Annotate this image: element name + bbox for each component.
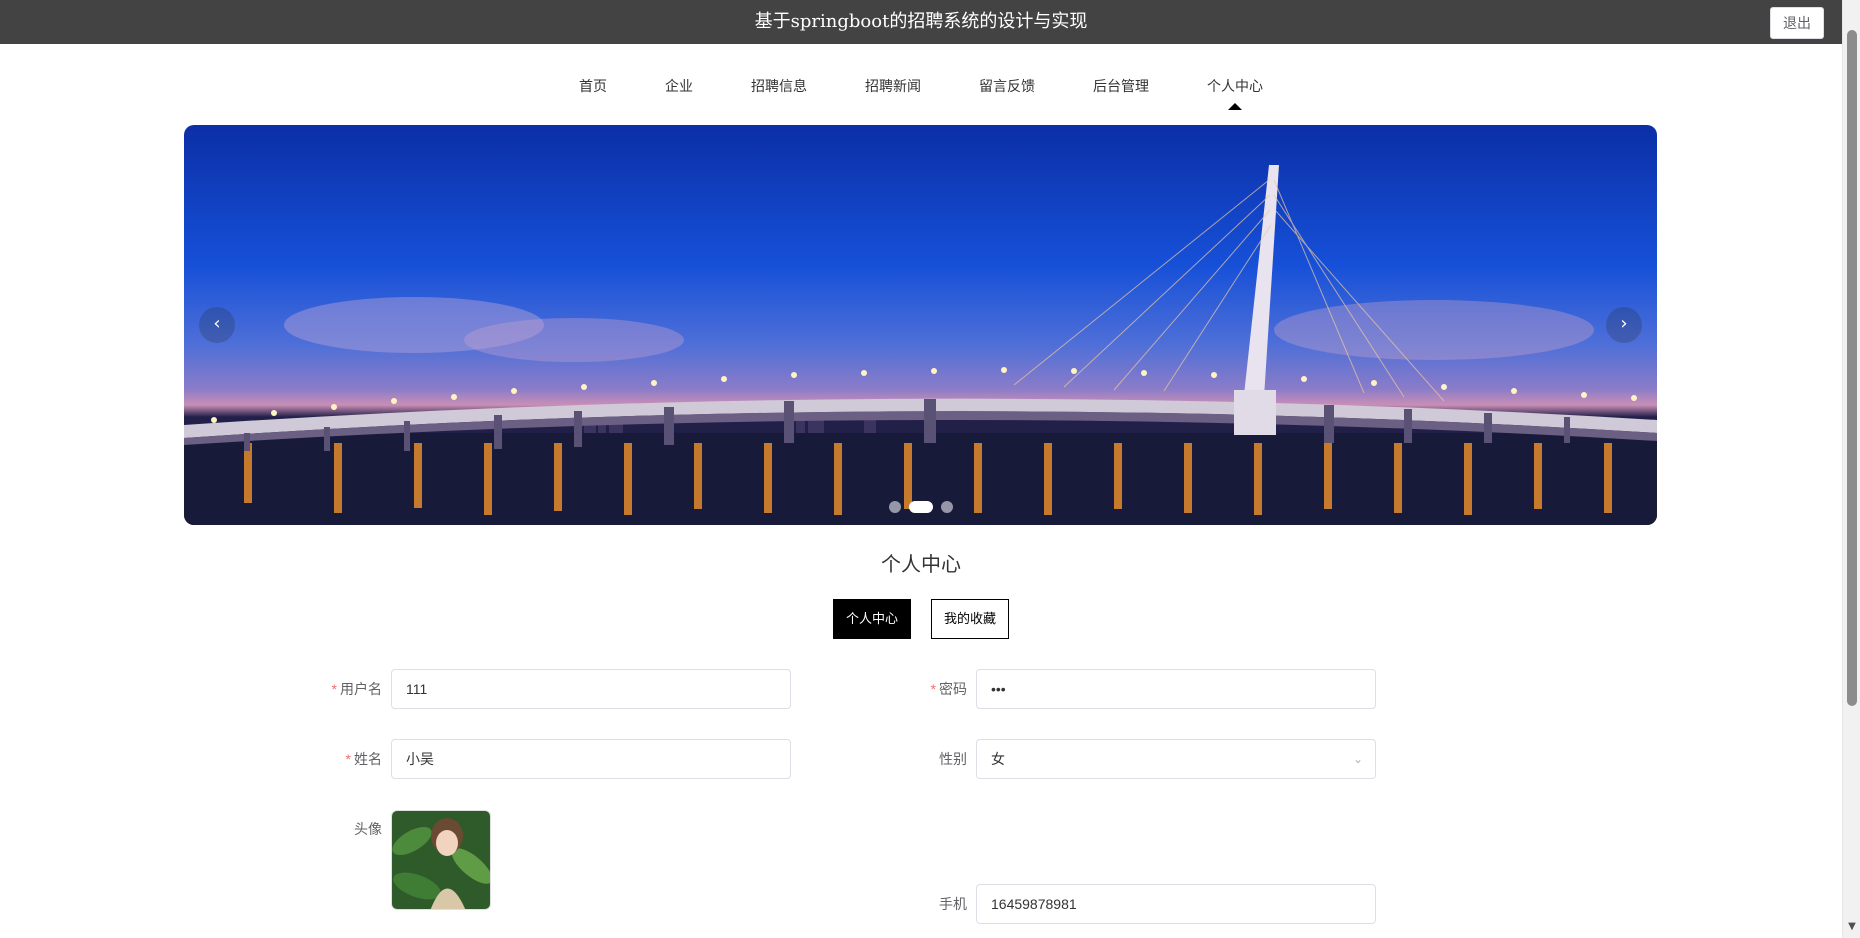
username-label: * 用户名 <box>331 681 382 697</box>
page: 基于springboot的招聘系统的设计与实现 退出 首页 企业 招聘信息 招聘… <box>0 0 1860 938</box>
nav-item-recruitment-news[interactable]: 招聘新闻 <box>836 74 950 98</box>
nav-item-feedback[interactable]: 留言反馈 <box>950 74 1064 98</box>
page-scrollbar[interactable]: ▲ ▼ <box>1842 0 1860 938</box>
carousel-indicator[interactable] <box>940 501 953 513</box>
carousel-indicator[interactable] <box>908 501 933 513</box>
section-title: 个人中心 <box>881 554 961 576</box>
gender-select[interactable]: 女 ⌄ <box>976 739 1376 779</box>
username-input[interactable]: 111 <box>391 669 791 709</box>
avatar[interactable] <box>391 810 491 910</box>
password-label: * 密码 <box>930 681 967 697</box>
nav-item-home[interactable]: 首页 <box>550 74 636 98</box>
avatar-label: 头像 <box>354 821 382 837</box>
avatar-image <box>392 811 490 909</box>
tab-personal-center[interactable]: 个人中心 <box>833 599 911 639</box>
chevron-down-icon: ⌄ <box>1352 752 1363 766</box>
gender-label: 性别 <box>939 751 967 767</box>
logout-button[interactable]: 退出 <box>1770 7 1824 39</box>
gender-value: 女 <box>991 751 1005 767</box>
carousel-next-button[interactable]: › <box>1606 307 1642 343</box>
required-mark: * <box>345 751 351 767</box>
required-mark: * <box>930 681 936 697</box>
required-mark: * <box>331 681 337 697</box>
scroll-down-arrow-icon[interactable]: ▼ <box>1843 918 1860 936</box>
password-input[interactable]: ••• <box>976 669 1376 709</box>
nav-item-admin[interactable]: 后台管理 <box>1064 74 1178 98</box>
name-label: * 姓名 <box>345 751 382 767</box>
banner-carousel: ‹ › <box>184 125 1657 525</box>
carousel-indicator[interactable] <box>888 501 901 513</box>
phone-input[interactable]: 16459878981 <box>976 884 1376 924</box>
top-bar: 基于springboot的招聘系统的设计与实现 退出 <box>0 0 1842 44</box>
nav-item-recruitment-info[interactable]: 招聘信息 <box>722 74 836 98</box>
name-input[interactable]: 小吴 <box>391 739 791 779</box>
carousel-indicators <box>184 501 1657 513</box>
nav-item-company[interactable]: 企业 <box>636 74 722 98</box>
nav-item-personal-center[interactable]: 个人中心 <box>1178 74 1292 110</box>
scrollbar-thumb[interactable] <box>1847 30 1857 706</box>
carousel-prev-button[interactable]: ‹ <box>199 307 235 343</box>
main-nav: 首页 企业 招聘信息 招聘新闻 留言反馈 后台管理 个人中心 <box>0 44 1842 122</box>
banner-image <box>184 165 1657 525</box>
tab-my-favorites[interactable]: 我的收藏 <box>931 599 1009 639</box>
phone-label: 手机 <box>939 896 967 912</box>
app-title: 基于springboot的招聘系统的设计与实现 <box>754 11 1088 32</box>
